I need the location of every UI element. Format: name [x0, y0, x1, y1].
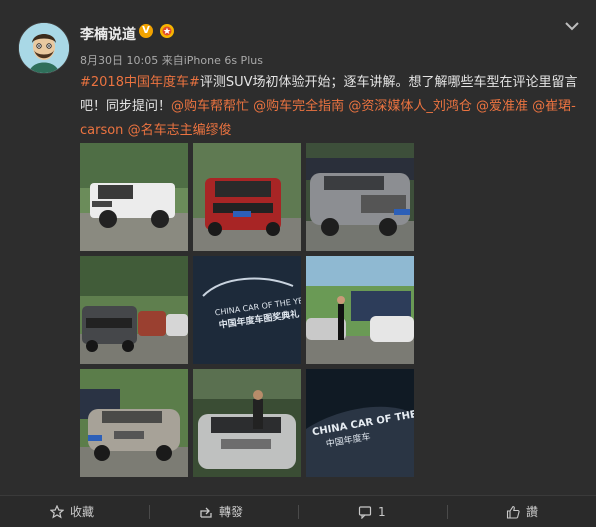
post-text: #2018中国年度车#评测SUV场初体验开始；逐车讲解。想了解哪些车型在评论里留…: [80, 71, 580, 143]
comment-count: 1: [378, 504, 386, 519]
medal-icon: [158, 23, 176, 39]
source-prefix: 来自: [158, 54, 184, 67]
favorite-button[interactable]: 收藏: [50, 496, 94, 527]
repost-button[interactable]: 轉發: [199, 496, 243, 527]
post-date[interactable]: 8月30日 10:05: [80, 54, 158, 67]
repost-label: 轉發: [219, 505, 244, 519]
mention-link[interactable]: @购车帮帮忙: [171, 99, 249, 114]
like-label: 讚: [526, 505, 539, 519]
hashtag-link[interactable]: #2018中国年度车#: [80, 75, 200, 90]
mention-link[interactable]: @爱准准: [476, 99, 528, 114]
action-bar: 收藏 轉發 1 讚: [0, 495, 596, 527]
weibo-post-card: 李楠说道 V 8月30日 10:05 来自iPhone 6s Plus #201…: [0, 0, 596, 527]
thumbs-up-icon: [506, 505, 520, 519]
divider: [298, 505, 299, 519]
mention-link[interactable]: @购车完全指南: [253, 99, 344, 114]
mention-link[interactable]: @名车志主编缪俊: [128, 123, 232, 138]
verified-badge-icon: V: [139, 24, 153, 38]
photo-thumbnail[interactable]: [80, 143, 188, 251]
favorite-label: 收藏: [70, 505, 95, 519]
photo-thumbnail[interactable]: CHINA CAR OF THE YEAR 中国年度车图奖典礼: [193, 256, 301, 364]
share-icon: [200, 507, 212, 518]
photo-thumbnail[interactable]: CHINA CAR OF THE YEAR 中国年度车: [306, 369, 414, 477]
photo-thumbnail[interactable]: [80, 256, 188, 364]
comment-button[interactable]: 1: [358, 496, 386, 527]
post-meta: 8月30日 10:05 来自iPhone 6s Plus: [80, 52, 263, 68]
photo-thumbnail[interactable]: [193, 369, 301, 477]
divider: [149, 505, 150, 519]
photo-thumbnail[interactable]: [306, 143, 414, 251]
mention-link[interactable]: @资深媒体人_刘鸿仓: [348, 99, 472, 114]
photo-thumbnail[interactable]: [80, 369, 188, 477]
photo-thumbnail[interactable]: [306, 256, 414, 364]
avatar[interactable]: [18, 22, 70, 74]
comment-icon: [358, 505, 372, 519]
photo-thumbnail[interactable]: [193, 143, 301, 251]
username[interactable]: 李楠说道: [80, 24, 136, 44]
post-source[interactable]: iPhone 6s Plus: [184, 54, 263, 67]
like-button[interactable]: 讚: [506, 496, 538, 527]
star-icon: [50, 504, 64, 519]
divider: [447, 505, 448, 519]
chevron-down-icon[interactable]: [563, 18, 581, 32]
